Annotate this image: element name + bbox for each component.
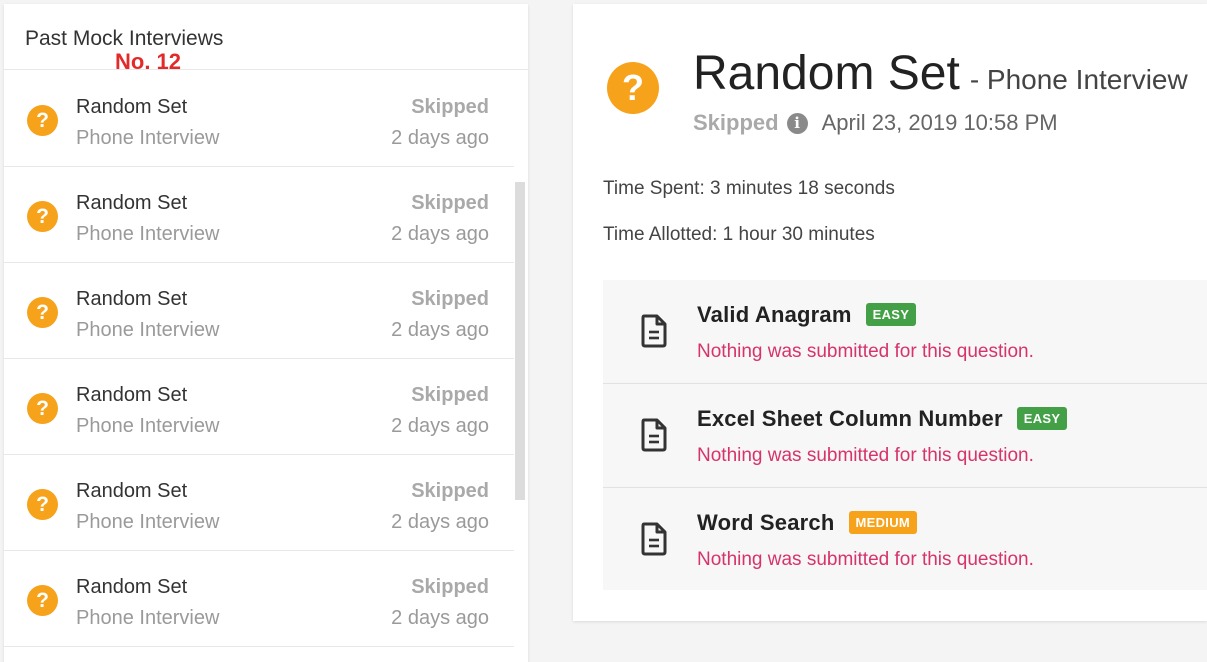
interview-item[interactable]: ? Random Set Phone Interview Skipped 2 d…: [4, 455, 514, 551]
detail-title-main: Random Set: [693, 47, 960, 100]
difficulty-badge: EASY: [1016, 407, 1068, 430]
interview-item-status: Skipped: [411, 384, 489, 406]
interview-item-status: Skipped: [411, 480, 489, 502]
interview-item-status: Skipped: [411, 288, 489, 310]
interview-item[interactable]: ? Random Set Phone Interview Skipped 2 d…: [4, 551, 514, 647]
interview-item-type: Phone Interview: [76, 127, 220, 149]
panel-title: Past Mock Interviews: [25, 27, 224, 50]
question-mark-circle-icon: ?: [27, 297, 58, 328]
interview-item-title: Random Set: [76, 480, 188, 502]
document-icon: [641, 522, 667, 556]
detail-date: April 23, 2019 10:58 PM: [821, 110, 1058, 135]
interview-item-type: Phone Interview: [76, 223, 220, 245]
detail-meta: Skipped i April 23, 2019 10:58 PM: [693, 110, 1058, 136]
interview-item-title: Random Set: [76, 288, 188, 310]
time-spent: Time Spent: 3 minutes 18 seconds: [603, 178, 895, 199]
interview-item-time: 2 days ago: [391, 127, 489, 149]
interview-item-time: 2 days ago: [391, 319, 489, 341]
interview-list: ? Random Set Phone Interview Skipped 2 d…: [4, 71, 514, 647]
question-mark-circle-icon: ?: [27, 201, 58, 232]
question-title[interactable]: Excel Sheet Column Number EASY: [697, 406, 1068, 432]
document-icon: [641, 418, 667, 452]
question-item[interactable]: Valid Anagram EASY Nothing was submitted …: [603, 280, 1207, 384]
interview-item[interactable]: ? Random Set Phone Interview Skipped 2 d…: [4, 167, 514, 263]
time-allotted: Time Allotted: 1 hour 30 minutes: [603, 224, 875, 245]
question-message: Nothing was submitted for this question.: [697, 341, 1034, 362]
question-mark-circle-icon: ?: [607, 62, 659, 114]
interview-item-type: Phone Interview: [76, 511, 220, 533]
interview-item[interactable]: ? Random Set Phone Interview Skipped 2 d…: [4, 71, 514, 167]
question-name[interactable]: Word Search: [697, 510, 835, 535]
question-item[interactable]: Excel Sheet Column Number EASY Nothing wa…: [603, 384, 1207, 488]
document-icon: [641, 314, 667, 348]
interview-item-type: Phone Interview: [76, 319, 220, 341]
interview-item-title: Random Set: [76, 192, 188, 214]
question-message: Nothing was submitted for this question.: [697, 549, 1034, 570]
interview-item-type: Phone Interview: [76, 607, 220, 629]
question-mark-circle-icon: ?: [27, 585, 58, 616]
difficulty-badge: EASY: [865, 303, 917, 326]
past-interviews-header: Past Mock Interviews No. 12: [4, 4, 528, 74]
question-title[interactable]: Valid Anagram EASY: [697, 302, 917, 328]
interview-item-time: 2 days ago: [391, 607, 489, 629]
interview-item-time: 2 days ago: [391, 223, 489, 245]
question-name[interactable]: Valid Anagram: [697, 302, 852, 327]
list-scrollbar[interactable]: [515, 182, 525, 500]
detail-title-type: - Phone Interview: [969, 64, 1188, 95]
question-item[interactable]: Word Search MEDIUM Nothing was submitted …: [603, 488, 1207, 590]
interview-detail-panel: ? Random Set - Phone Interview Skipped i Ap…: [573, 4, 1207, 621]
interview-item-status: Skipped: [411, 96, 489, 118]
interview-item-title: Random Set: [76, 384, 188, 406]
interview-item-type: Phone Interview: [76, 415, 220, 437]
detail-status: Skipped: [693, 110, 779, 135]
question-name[interactable]: Excel Sheet Column Number: [697, 406, 1003, 431]
interview-item-title: Random Set: [76, 96, 188, 118]
question-mark-circle-icon: ?: [27, 489, 58, 520]
question-mark-circle-icon: ?: [27, 105, 58, 136]
interview-item[interactable]: ? Random Set Phone Interview Skipped 2 d…: [4, 263, 514, 359]
interview-item-title: Random Set: [76, 576, 188, 598]
detail-title: Random Set - Phone Interview: [693, 46, 1188, 101]
question-message: Nothing was submitted for this question.: [697, 445, 1034, 466]
info-circle-icon[interactable]: i: [786, 113, 808, 134]
question-list: Valid Anagram EASY Nothing was submitted …: [603, 280, 1207, 590]
interview-item-time: 2 days ago: [391, 511, 489, 533]
difficulty-badge: MEDIUM: [848, 511, 918, 534]
interview-item-time: 2 days ago: [391, 415, 489, 437]
interview-item-status: Skipped: [411, 192, 489, 214]
interview-item-status: Skipped: [411, 576, 489, 598]
interview-item[interactable]: ? Random Set Phone Interview Skipped 2 d…: [4, 359, 514, 455]
question-title[interactable]: Word Search MEDIUM: [697, 510, 918, 536]
question-mark-circle-icon: ?: [27, 393, 58, 424]
past-interviews-panel: Past Mock Interviews No. 12 ? Random Set…: [4, 4, 528, 662]
